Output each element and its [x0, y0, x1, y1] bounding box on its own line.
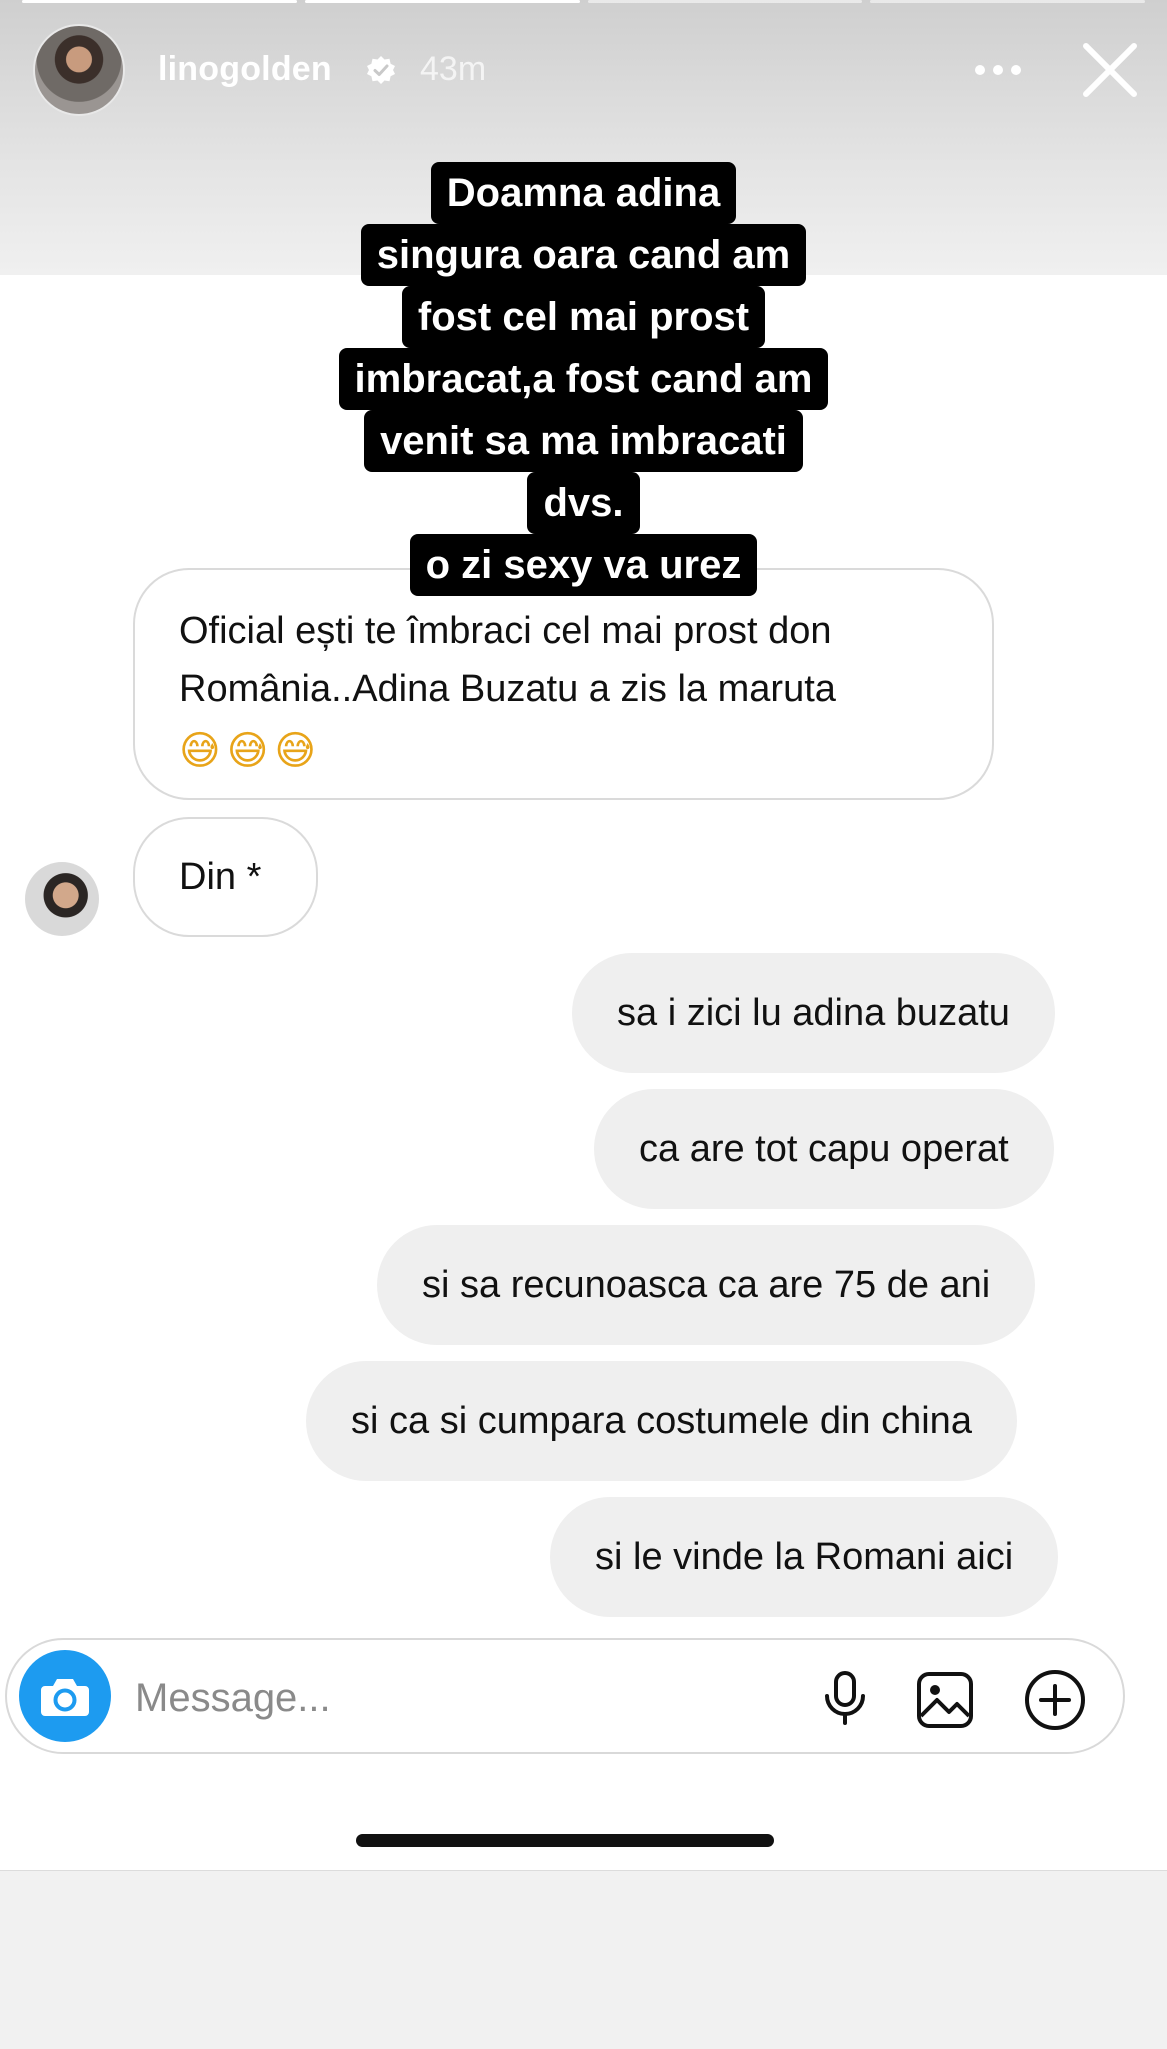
sent-message[interactable]: si le vinde la Romani aici — [550, 1497, 1059, 1617]
caption-line: fost cel mai prost — [401, 286, 766, 348]
microphone-icon[interactable] — [817, 1670, 873, 1726]
image-icon[interactable] — [915, 1670, 975, 1730]
message-text: si le vinde la Romani aici — [595, 1536, 1014, 1578]
story-caption: Doamna adina singura oara cand am fost c… — [0, 162, 1167, 596]
caption-line: Doamna adina — [430, 162, 737, 224]
camera-icon — [41, 1679, 89, 1716]
message-text: si sa recunoasca ca are 75 de ani — [422, 1264, 991, 1306]
home-indicator — [356, 1834, 774, 1847]
caption-line: venit sa ma imbracati — [364, 410, 803, 472]
message-input[interactable]: Message... — [135, 1676, 331, 1721]
post-time: 43m — [420, 50, 487, 88]
sent-message[interactable]: ca are tot capu operat — [594, 1089, 1054, 1209]
story-header: linogolden 43m — [0, 0, 1167, 140]
story-bottom-area — [0, 1870, 1167, 2049]
close-icon[interactable] — [1080, 40, 1140, 100]
message-text: Oficial ești te îmbraci cel mai prost do… — [179, 610, 836, 710]
emoji-row: 😅😅😅 — [179, 729, 323, 773]
caption-line: singura oara cand am — [360, 224, 807, 286]
sent-message[interactable]: si ca si cumpara costumele din china — [306, 1361, 1017, 1481]
received-message[interactable]: Oficial ești te îmbraci cel mai prost do… — [133, 568, 994, 800]
sent-message[interactable]: sa i zici lu adina buzatu — [572, 953, 1055, 1073]
received-message[interactable]: Din * — [133, 817, 318, 937]
message-text: ca are tot capu operat — [639, 1128, 1009, 1170]
sent-message[interactable]: si sa recunoasca ca are 75 de ani — [377, 1225, 1036, 1345]
camera-button[interactable] — [19, 1650, 111, 1742]
plus-icon[interactable] — [1023, 1668, 1087, 1732]
message-text: Din * — [179, 856, 262, 898]
message-text: sa i zici lu adina buzatu — [617, 992, 1010, 1034]
caption-line: o zi sexy va urez — [409, 534, 758, 596]
sender-avatar[interactable] — [25, 862, 99, 936]
verified-badge-icon — [367, 56, 395, 84]
message-text: si ca si cumpara costumele din china — [351, 1400, 972, 1442]
more-icon[interactable] — [974, 64, 1022, 76]
caption-line: imbracat,a fost cand am — [338, 348, 829, 410]
profile-avatar[interactable] — [33, 24, 125, 116]
caption-line: dvs. — [527, 472, 640, 534]
message-composer: Message... — [5, 1638, 1125, 1754]
username[interactable]: linogolden — [158, 50, 332, 89]
